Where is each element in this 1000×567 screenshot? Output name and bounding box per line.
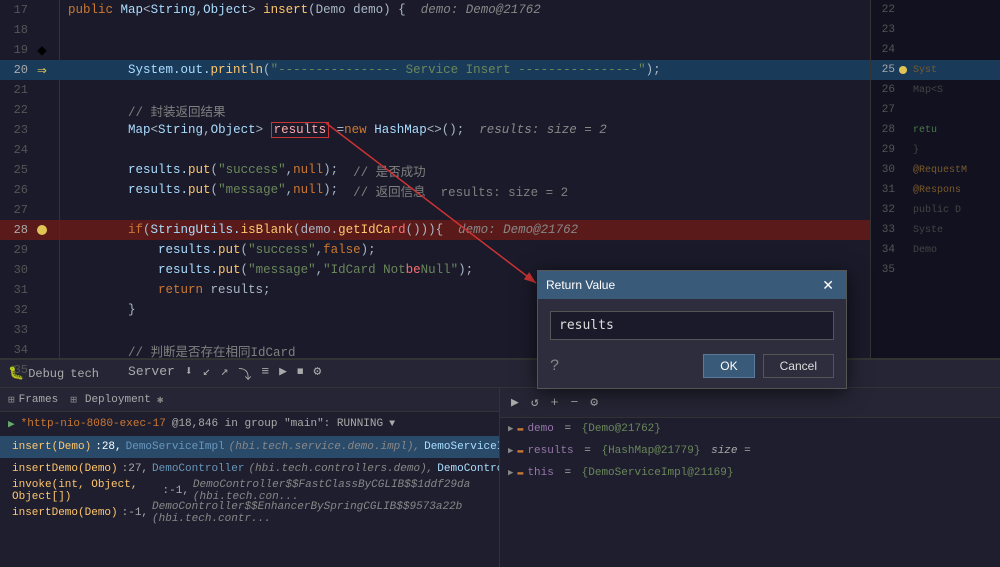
dialog-overlay: Return Value ✕ ? OK Cancel <box>0 0 1000 567</box>
return-value-input[interactable] <box>550 311 834 340</box>
cancel-button[interactable]: Cancel <box>763 354 834 378</box>
help-icon[interactable]: ? <box>550 357 560 375</box>
dialog-footer: ? OK Cancel <box>538 348 846 388</box>
dialog-close-button[interactable]: ✕ <box>818 276 838 294</box>
ok-button[interactable]: OK <box>703 354 754 378</box>
dialog-body <box>538 299 846 348</box>
dialog-title: Return Value <box>546 278 615 292</box>
dialog-titlebar: Return Value ✕ <box>538 271 846 299</box>
return-value-dialog: Return Value ✕ ? OK Cancel <box>537 270 847 389</box>
